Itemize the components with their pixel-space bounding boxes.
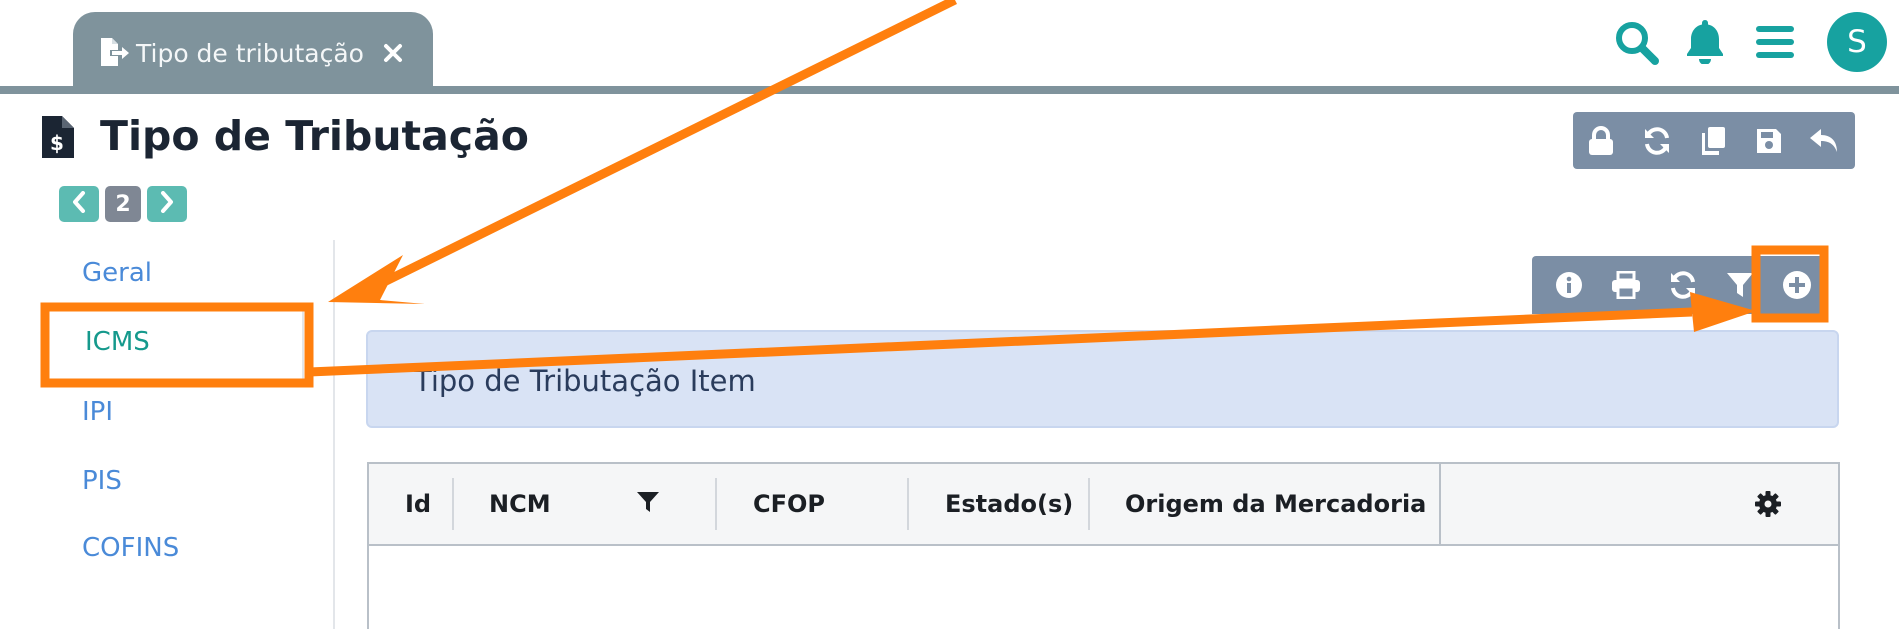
nav-divider [333, 240, 335, 629]
column-separator [907, 478, 909, 530]
previous-page-button[interactable] [59, 186, 99, 222]
nav-item-ipi[interactable]: IPI [82, 397, 113, 427]
data-grid: Id NCM CFOP Estado(s) Origem da Mercador… [367, 462, 1840, 629]
bell-icon[interactable] [1685, 18, 1725, 68]
nav-item-cofins[interactable]: COFINS [82, 533, 179, 563]
copy-icon[interactable] [1685, 112, 1741, 169]
tab-label: Tipo de tributação [136, 39, 364, 68]
section-title: Tipo de Tributação Item [414, 364, 756, 398]
tab-bar-underline [0, 86, 1899, 94]
info-icon[interactable] [1540, 256, 1597, 314]
column-header-ncm[interactable]: NCM [489, 490, 551, 518]
gear-icon[interactable] [1755, 491, 1781, 521]
column-header-cfop[interactable]: CFOP [753, 490, 825, 518]
search-icon[interactable] [1614, 20, 1660, 70]
document-tab[interactable]: Tipo de tributação [73, 12, 433, 88]
nav-item-pis[interactable]: PIS [82, 466, 122, 496]
grid-toolbar [1532, 256, 1826, 314]
lock-icon[interactable] [1573, 112, 1629, 169]
section-header: Tipo de Tributação Item [366, 330, 1839, 428]
grid-header-row: Id NCM CFOP Estado(s) Origem da Mercador… [369, 464, 1838, 546]
record-toolbar [1573, 112, 1855, 169]
page-title: Tipo de Tributação [100, 112, 529, 160]
next-page-button[interactable] [147, 186, 187, 222]
column-filter-icon[interactable] [637, 491, 659, 517]
page-number: 2 [105, 186, 141, 222]
nav-item-icms[interactable]: ICMS [85, 327, 150, 357]
refresh-icon[interactable] [1629, 112, 1685, 169]
svg-text:$: $ [50, 131, 64, 155]
document-export-icon [99, 38, 129, 70]
hamburger-menu-icon[interactable] [1756, 24, 1794, 64]
column-header-id[interactable]: Id [405, 490, 431, 518]
undo-icon[interactable] [1797, 112, 1853, 169]
column-separator [715, 478, 717, 530]
add-circle-icon[interactable] [1769, 256, 1826, 314]
column-header-estados[interactable]: Estado(s) [945, 490, 1073, 518]
column-separator [452, 478, 454, 530]
chevron-left-icon [72, 191, 86, 217]
chevron-right-icon [160, 191, 174, 217]
filter-icon[interactable] [1712, 256, 1769, 314]
column-header-origem-mercadoria[interactable]: Origem da Mercadoria [1125, 490, 1426, 518]
save-icon[interactable] [1741, 112, 1797, 169]
user-avatar[interactable]: S [1827, 12, 1887, 72]
print-icon[interactable] [1597, 256, 1654, 314]
invoice-dollar-icon: $ [42, 116, 74, 162]
arrowhead-to-icms [328, 255, 425, 304]
column-separator [1088, 478, 1090, 530]
column-separator [1439, 464, 1441, 544]
nav-item-geral[interactable]: Geral [82, 258, 152, 288]
refresh-icon[interactable] [1654, 256, 1711, 314]
close-icon[interactable] [383, 43, 403, 67]
